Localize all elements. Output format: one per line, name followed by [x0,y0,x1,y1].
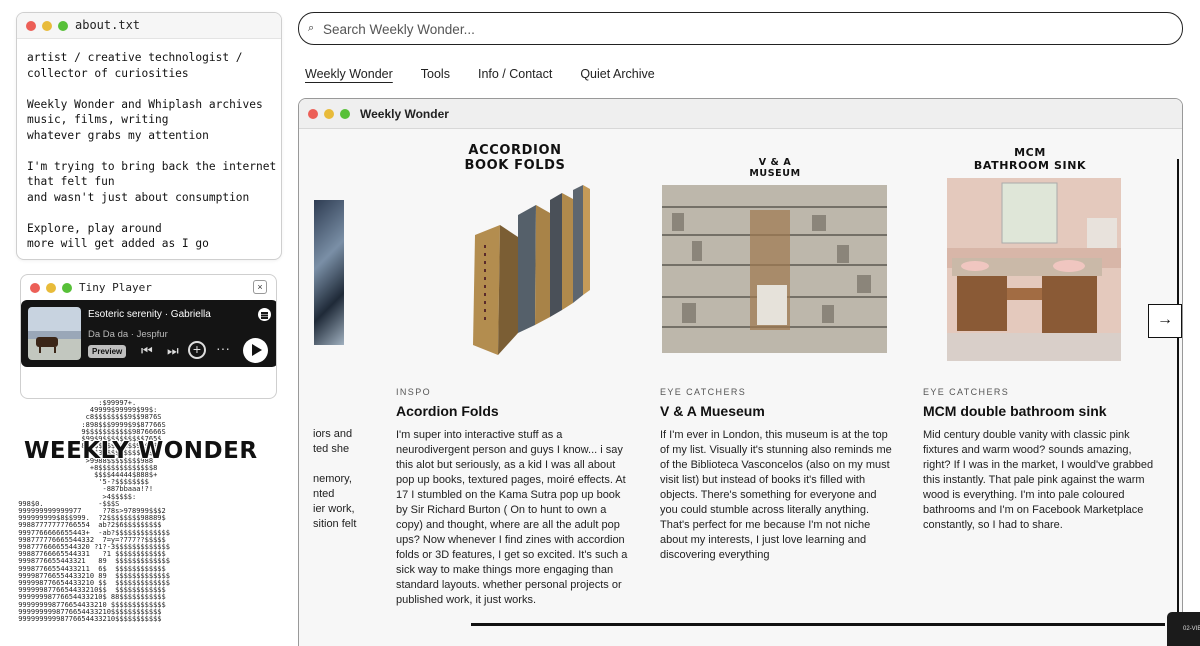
vertical-scroll-rail[interactable] [1177,159,1179,646]
maximize-dot-icon[interactable] [58,21,68,31]
player-titlebar[interactable]: Tiny Player × [21,275,276,299]
maximize-dot-icon[interactable] [340,109,350,119]
corner-thumbnail[interactable]: 02-VIE [1167,612,1200,646]
player-title: Tiny Player [79,281,152,294]
nav-tools[interactable]: Tools [421,67,450,81]
minimize-dot-icon[interactable] [46,283,56,293]
desktop: about.txt artist / creative technologist… [0,0,1200,646]
tiny-player-window[interactable]: Tiny Player × Esoteric serenity · Gabrie… [20,274,277,399]
card-title[interactable]: MCM double bathroom sink [923,403,1107,419]
spotify-logo-icon[interactable] [258,308,271,321]
search-icon: ⌕ [308,22,315,34]
card-category: EYE CATCHERS [923,387,1010,397]
search-input[interactable] [323,19,1163,39]
card-body: If I'm ever in London, this museum is at… [660,429,892,561]
card-body: I'm super into interactive stuff as a ne… [396,429,628,606]
player-close-button[interactable]: × [253,280,267,294]
about-window-title: about.txt [75,18,141,32]
about-window-titlebar[interactable]: about.txt [17,13,281,39]
card-image-title: MCM BATHROOM SINK [973,146,1087,172]
close-dot-icon[interactable] [308,109,318,119]
spotify-embed[interactable]: Esoteric serenity · Gabriella Da Da da ·… [21,300,276,367]
card-image-title: ACCORDION BOOK FOLDS [464,143,566,173]
about-window[interactable]: about.txt artist / creative technologist… [16,12,282,260]
card-image[interactable] [440,185,595,355]
card-image[interactable] [947,178,1121,361]
nav-info-contact[interactable]: Info / Contact [478,67,552,81]
ascii-portrait-art: :$99997+. 49999$99999$99$: c8$$$$$$$$9$$… [18,400,170,624]
close-dot-icon[interactable] [30,283,40,293]
minimize-dot-icon[interactable] [324,109,334,119]
more-options-icon[interactable]: ··· [216,340,230,356]
partial-card-image[interactable] [314,200,344,345]
track-artist[interactable]: Da Da da · Jespfur [88,329,168,340]
card-category: EYE CATCHERS [660,387,747,397]
track-title[interactable]: Esoteric serenity · Gabriella [88,309,211,320]
card-image-title: V & A MUSEUM [749,157,801,179]
main-nav: Weekly Wonder Tools Info / Contact Quiet… [305,67,655,81]
card-title[interactable]: Acordion Folds [396,403,499,419]
previous-track-icon[interactable]: ⏮ [141,343,153,359]
nav-weekly-wonder[interactable]: Weekly Wonder [305,67,393,81]
card-image[interactable] [662,185,887,353]
album-cover [28,307,81,360]
horizontal-scrollbar[interactable] [471,623,1165,626]
card-title[interactable]: V & A Mueseum [660,403,765,419]
next-arrow-button[interactable]: → [1148,304,1182,338]
partial-card-text: iors and ted she nemory, nted ier work, … [313,428,357,530]
close-dot-icon[interactable] [26,21,36,31]
add-to-library-icon[interactable]: + [188,341,206,359]
about-text: artist / creative technologist / collect… [27,51,277,250]
play-button[interactable] [243,338,268,363]
card-body: Mid century double vanity with classic p… [923,429,1154,531]
maximize-dot-icon[interactable] [62,283,72,293]
preview-badge: Preview [88,345,127,358]
nav-quiet-archive[interactable]: Quiet Archive [580,67,654,81]
minimize-dot-icon[interactable] [42,21,52,31]
weekly-wonder-window-title: Weekly Wonder [360,107,449,121]
card-category: INSPO [396,387,432,397]
weekly-wonder-titlebar[interactable]: Weekly Wonder [299,99,1182,129]
search-bar[interactable]: ⌕ [298,12,1183,45]
next-track-icon[interactable]: ⏭ [167,343,179,359]
weekly-wonder-logo: WEEKLY WONDER [24,438,258,464]
